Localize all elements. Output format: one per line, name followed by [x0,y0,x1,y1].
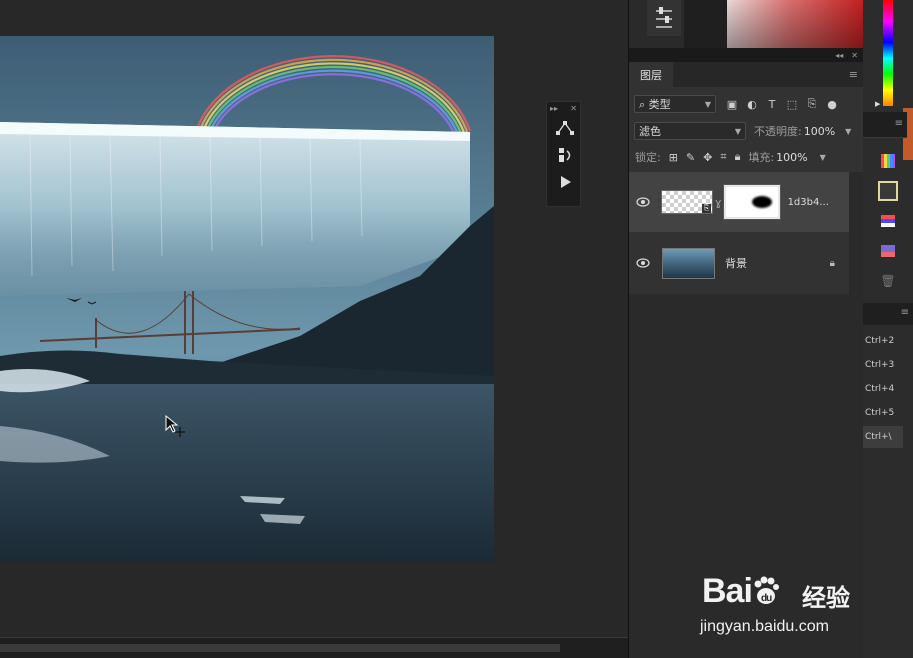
color-picker-field[interactable] [727,0,864,48]
lock-icon: 🔒︎ [829,257,835,269]
tab-layers[interactable]: 图层 [629,62,673,87]
layer-thumbnail[interactable]: ⎘ [661,190,713,214]
collapse-icon[interactable]: ▸▸ [550,104,558,113]
chevron-down-icon: ▼ [734,126,741,136]
layers-panel: 图层 ≡ ⌕ 类型 ▼ ▣ ◐ T ⬚ ⎘ ● 滤色 ▼ 不透明度: 100% … [629,62,864,294]
waterfall-bridge-photo [0,36,494,562]
watermark-brand-cn: 经验 [802,584,850,612]
swatches-button[interactable] [863,176,913,206]
layer-name[interactable]: 1d3b4... [788,197,829,208]
far-right-strip: ▶ ≡ 🗑︎ ≡ Ctrl+2 Ctrl+3 Ctrl+4 Ctrl+5 Ctr… [863,0,913,658]
fill-chevron-icon[interactable]: ▼ [820,153,826,162]
svg-text:du: du [761,593,772,604]
horizontal-scrollbar[interactable] [0,637,628,658]
history-brush-icon [558,147,570,162]
strip-menu-icon[interactable]: ≡ [895,118,903,129]
eye-icon[interactable] [629,197,657,207]
hue-pointer-icon: ▶ [875,100,881,108]
pattern-icon [881,245,895,257]
adjustment-filter-icon[interactable]: ◐ [746,98,758,111]
shortcut-ctrl-backslash[interactable]: Ctrl+\ [863,426,903,448]
shortcut-ctrl-5[interactable]: Ctrl+5 [863,402,903,424]
channels-button[interactable] [863,146,913,176]
lock-label: 锁定: [635,151,661,164]
close-panel-icon[interactable]: ✕ [851,51,858,60]
blend-mode-value: 滤色 [639,125,661,138]
smart-object-filter-icon[interactable]: ⎘ [806,97,818,110]
watermark-logo: Bai du [702,572,780,611]
opacity-value[interactable]: 100% [804,125,835,138]
strip-header: ≡ [863,112,907,138]
search-icon: ⌕ [639,98,646,111]
fill-value[interactable]: 100% [776,151,807,164]
blend-mode-dropdown[interactable]: 滤色 ▼ [634,122,746,140]
filter-kind-dropdown[interactable]: ⌕ 类型 ▼ [634,95,716,113]
layer-row-background[interactable]: 背景 🔒︎ [629,233,849,293]
watermark-url: jingyan.baidu.com [700,618,829,635]
play-action-button[interactable] [547,168,582,195]
watermark-logo-bai: Bai [702,572,753,610]
chain-link-icon[interactable]: ɣ [715,196,722,209]
swatch-square-icon [878,181,898,201]
gradients-button[interactable] [863,206,913,236]
chevron-down-icon: ▼ [704,99,711,109]
hue-slider[interactable] [883,0,893,106]
pen-path-icon [555,120,574,135]
background-thumbnail[interactable] [662,247,715,279]
filter-toggle-icon[interactable]: ● [826,98,838,111]
shape-filter-icon[interactable]: ⬚ [786,98,798,111]
layer-mask-thumbnail[interactable] [722,184,781,220]
trash-button[interactable]: 🗑︎ [863,266,913,296]
lock-position-icon[interactable]: ✥ [703,151,712,164]
panel-dock-bar: ◂◂ ✕ [629,48,864,62]
layer-filter-row: ⌕ 类型 ▼ ▣ ◐ T ⬚ ⎘ ● [629,95,864,113]
layer-row-1d3b4[interactable]: ⎘ ɣ 1d3b4... [629,172,849,232]
lock-transparent-icon[interactable]: ⊞ [669,151,678,164]
trash-icon: 🗑︎ [880,274,896,288]
eye-icon[interactable] [629,258,657,268]
shortcut-menu-icon[interactable]: ≡ [901,307,909,318]
lock-artboard-icon[interactable]: ⌗ [720,150,726,164]
rgb-bars-icon [881,154,895,168]
pen-path-tool-button[interactable] [547,114,582,141]
shortcut-header: ≡ [863,303,913,325]
properties-toolbar [629,0,684,48]
lock-row: 锁定: ⊞ ✎ ✥ ⌗ 🔒︎ 填充: 100% ▼ [629,149,864,165]
close-icon[interactable]: ✕ [570,104,577,113]
collapse-panels-icon[interactable]: ◂◂ [835,51,843,60]
sliders-icon [656,7,672,28]
blend-row: 滤色 ▼ 不透明度: 100% ▼ [629,122,864,140]
layers-tab-bar: 图层 ≡ [629,62,864,87]
baidu-jingyan-watermark: Bai du 经验 jingyan.baidu.com [700,560,870,640]
shortcut-ctrl-4[interactable]: Ctrl+4 [863,378,903,400]
panel-menu-icon[interactable]: ≡ [849,68,858,81]
opacity-label: 不透明度: [754,125,802,138]
filter-kind-value: 类型 [648,98,671,111]
document-canvas-image[interactable] [0,36,494,562]
fill-label: 填充: [748,151,775,164]
paw-icon: du [754,576,779,604]
canvas-workspace[interactable]: ▸▸ ✕ [0,0,628,637]
lock-all-icon[interactable]: 🔒︎ [735,150,741,164]
layer-name[interactable]: 背景 [725,255,747,271]
scroll-thumb[interactable] [0,644,560,652]
layers-scrollbar[interactable] [849,172,864,294]
smart-object-badge-icon: ⎘ [702,204,711,213]
type-filter-icon[interactable]: T [766,98,778,111]
gradient-icon [881,215,895,227]
move-cursor-icon [165,414,185,437]
adjustments-button[interactable] [647,0,681,36]
pixel-filter-icon[interactable]: ▣ [726,98,738,111]
shortcut-ctrl-3[interactable]: Ctrl+3 [863,354,903,376]
far-right-tools: 🗑︎ [863,146,913,296]
patterns-button[interactable] [863,236,913,266]
opacity-chevron-icon[interactable]: ▼ [845,127,851,136]
history-state-button[interactable] [547,141,582,168]
floating-tool-panel: ▸▸ ✕ [546,101,581,207]
play-icon [560,175,571,188]
lock-paint-icon[interactable]: ✎ [686,151,695,164]
shortcut-ctrl-2[interactable]: Ctrl+2 [863,330,903,352]
